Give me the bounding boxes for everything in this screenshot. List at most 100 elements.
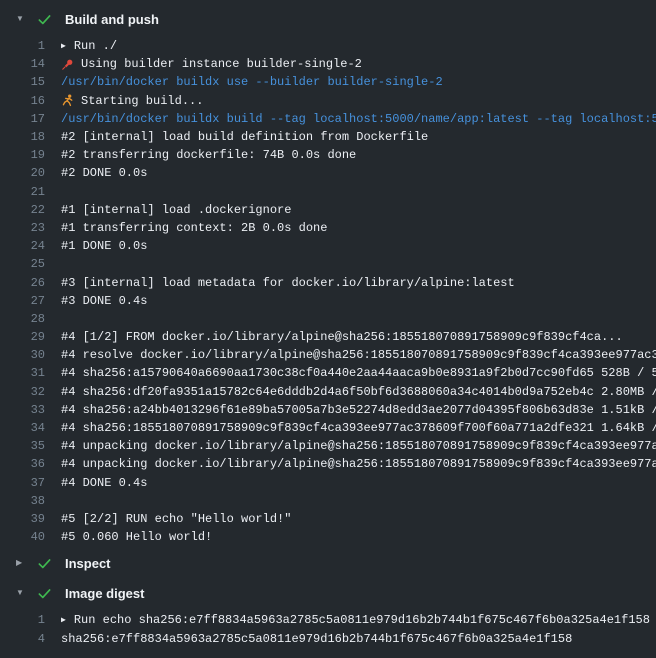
log-message: Starting build... (81, 94, 203, 108)
log-message: #5 0.060 Hello world! (61, 530, 212, 544)
log-message: #4 sha256:df20fa9351a15782c64e6dddb2d4a6… (61, 385, 656, 399)
line-number[interactable]: 24 (0, 239, 45, 253)
line-number[interactable]: 38 (0, 494, 45, 508)
log-message: #4 sha256:a15790640a6690aa1730c38cf0a440… (61, 366, 656, 380)
log-line: 18 #2 [internal] load build definition fr… (0, 128, 656, 146)
step-logs: 1 ▶ Run ./ 14 Using builder instance builder… (0, 34, 656, 548)
log-line: 19 #2 transferring dockerfile: 74B 0.0s d… (0, 146, 656, 164)
log-message: #2 DONE 0.0s (61, 166, 147, 180)
line-number[interactable]: 18 (0, 130, 45, 144)
step-title: Inspect (65, 556, 111, 571)
log-message: #2 [internal] load build definition from… (61, 130, 428, 144)
line-number[interactable]: 19 (0, 148, 45, 162)
line-number[interactable]: 4 (0, 632, 45, 646)
line-number[interactable]: 22 (0, 203, 45, 217)
workflow-log-viewer: ▼Build and push1▶Run ./14Using builder i… (0, 0, 656, 650)
log-line-content: #4 unpacking docker.io/library/alpine@sh… (61, 457, 656, 471)
log-line: 22 #1 [internal] load .dockerignore (0, 201, 656, 219)
line-number[interactable]: 27 (0, 294, 45, 308)
log-line-content: #4 sha256:df20fa9351a15782c64e6dddb2d4a6… (61, 385, 656, 399)
line-number[interactable]: 21 (0, 185, 45, 199)
log-line: 33 #4 sha256:a24bb4013296f61e89ba57005a7b… (0, 401, 656, 419)
line-number[interactable]: 35 (0, 439, 45, 453)
log-message: /usr/bin/docker buildx build --tag local… (61, 112, 656, 126)
log-line: 1 ▶ Run ./ (0, 37, 656, 55)
log-line-content: Starting build... (61, 94, 656, 108)
expand-triangle-icon[interactable]: ▶ (61, 41, 66, 51)
log-line: 39 #5 [2/2] RUN echo "Hello world!" (0, 510, 656, 528)
chevron-right-icon[interactable]: ▶ (16, 559, 28, 567)
log-message: #3 DONE 0.4s (61, 294, 147, 308)
log-line: 16 Starting build... (0, 92, 656, 110)
log-line: 14 Using builder instance builder-single-… (0, 55, 656, 73)
line-number[interactable]: 14 (0, 57, 45, 71)
line-number[interactable]: 1 (0, 613, 45, 627)
line-number[interactable]: 25 (0, 257, 45, 271)
log-line: 40 #5 0.060 Hello world! (0, 528, 656, 546)
expand-triangle-icon[interactable]: ▶ (61, 615, 66, 625)
line-number[interactable]: 37 (0, 476, 45, 490)
line-number[interactable]: 16 (0, 94, 45, 108)
step-header[interactable]: ▼ Build and push (0, 4, 656, 34)
log-line-content: #3 [internal] load metadata for docker.i… (61, 276, 656, 290)
line-number[interactable]: 26 (0, 276, 45, 290)
line-number[interactable]: 20 (0, 166, 45, 180)
line-number[interactable]: 40 (0, 530, 45, 544)
log-line: 28 (0, 310, 656, 328)
log-line-content: #4 sha256:a15790640a6690aa1730c38cf0a440… (61, 366, 656, 380)
log-line-content: ▶ Run ./ (61, 39, 656, 53)
log-message: Using builder instance builder-single-2 (81, 57, 362, 71)
log-line-content: #3 DONE 0.4s (61, 294, 656, 308)
step-title: Build and push (65, 12, 159, 27)
chevron-down-icon[interactable]: ▼ (16, 589, 28, 597)
log-line-content: #1 DONE 0.0s (61, 239, 656, 253)
line-number[interactable]: 17 (0, 112, 45, 126)
log-line: 24 #1 DONE 0.0s (0, 237, 656, 255)
log-line: 36 #4 unpacking docker.io/library/alpine@… (0, 455, 656, 473)
step-header[interactable]: ▶ Inspect (0, 548, 656, 578)
line-number[interactable]: 31 (0, 366, 45, 380)
log-line-content: /usr/bin/docker buildx build --tag local… (61, 112, 656, 126)
log-line: 25 (0, 255, 656, 273)
log-line-content: #2 DONE 0.0s (61, 166, 656, 180)
log-line-content: #5 0.060 Hello world! (61, 530, 656, 544)
line-number[interactable]: 33 (0, 403, 45, 417)
log-message: Run ./ (74, 39, 117, 53)
log-line-content: /usr/bin/docker buildx use --builder bui… (61, 75, 656, 89)
line-number[interactable]: 32 (0, 385, 45, 399)
log-line: 27 #3 DONE 0.4s (0, 292, 656, 310)
log-line: 38 (0, 492, 656, 510)
log-message: Run echo sha256:e7ff8834a5963a2785c5a081… (74, 613, 650, 627)
log-message: /usr/bin/docker buildx use --builder bui… (61, 75, 443, 89)
log-line-content: #2 transferring dockerfile: 74B 0.0s don… (61, 148, 656, 162)
step-group: ▼ Build and push 1 ▶ Run ./ 14 Using builder i… (0, 4, 656, 548)
log-message: #4 sha256:a24bb4013296f61e89ba57005a7b3e… (61, 403, 656, 417)
log-line-content: #5 [2/2] RUN echo "Hello world!" (61, 512, 656, 526)
step-header[interactable]: ▼Image digest (0, 578, 656, 608)
line-number[interactable]: 1 (0, 39, 45, 53)
line-number[interactable]: 30 (0, 348, 45, 362)
log-message: #3 [internal] load metadata for docker.i… (61, 276, 515, 290)
line-number[interactable]: 15 (0, 75, 45, 89)
line-number[interactable]: 29 (0, 330, 45, 344)
chevron-down-icon[interactable]: ▼ (16, 15, 28, 23)
log-message: #4 unpacking docker.io/library/alpine@sh… (61, 439, 656, 453)
log-line: 23#1 transferring context: 2B 0.0s done (0, 219, 656, 237)
log-line-content: sha256:e7ff8834a5963a2785c5a0811e979d16b… (61, 632, 656, 646)
line-number[interactable]: 36 (0, 457, 45, 471)
log-line-content: #4 unpacking docker.io/library/alpine@sh… (61, 439, 656, 453)
line-number[interactable]: 23 (0, 221, 45, 235)
log-message: #4 resolve docker.io/library/alpine@sha2… (61, 348, 656, 362)
log-line-content: #1 [internal] load .dockerignore (61, 203, 656, 217)
log-message: sha256:e7ff8834a5963a2785c5a0811e979d16b… (61, 632, 572, 646)
line-number[interactable]: 34 (0, 421, 45, 435)
line-number[interactable]: 28 (0, 312, 45, 326)
log-line-content: Using builder instance builder-single-2 (61, 57, 656, 71)
check-success-icon (37, 586, 52, 601)
log-line-content: #2 [internal] load build definition from… (61, 130, 656, 144)
log-message: #4 DONE 0.4s (61, 476, 147, 490)
log-line: 20 #2 DONE 0.0s (0, 164, 656, 182)
log-message: #2 transferring dockerfile: 74B 0.0s don… (61, 148, 356, 162)
line-number[interactable]: 39 (0, 512, 45, 526)
log-message: #5 [2/2] RUN echo "Hello world!" (61, 512, 291, 526)
